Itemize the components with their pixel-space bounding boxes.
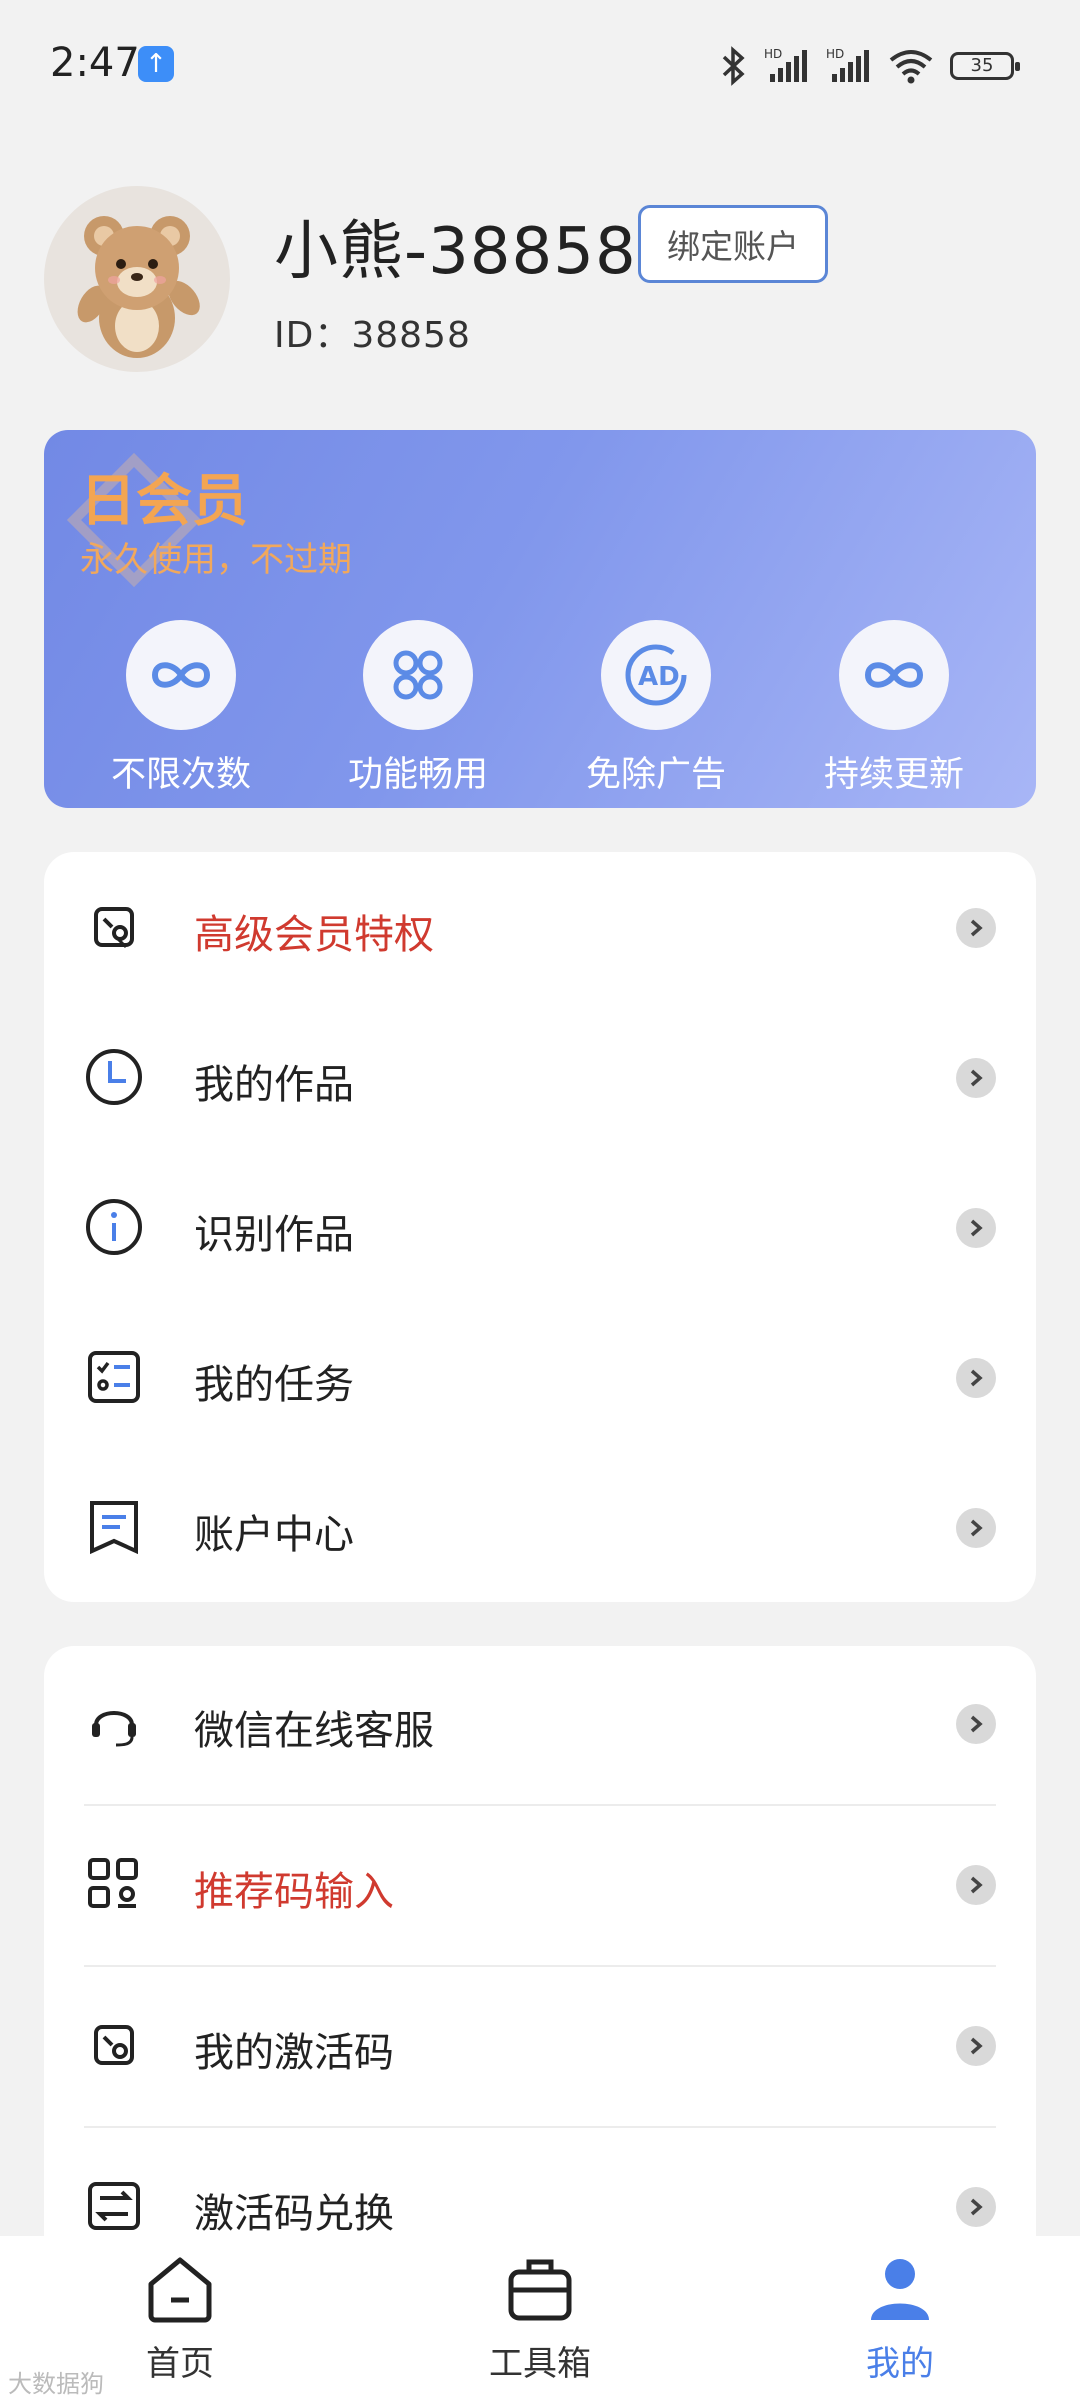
vip-subtitle: 永久使用，不过期 [80,540,352,580]
svg-text:HD: HD [826,47,844,61]
battery-level: 35 [970,55,994,76]
status-bar: 2:47 ↑ HD HD 35 [0,0,1080,130]
status-icons: HD HD 35 [718,44,1020,88]
menu-item-recognize-works[interactable]: 识别作品 [44,1152,1036,1302]
vip-feature-label: 不限次数 [110,755,251,795]
grid-icon [393,650,443,700]
battery-icon: 35 [950,52,1020,80]
menu-item-my-works[interactable]: 我的作品 [44,1002,1036,1152]
bluetooth-icon [722,46,745,86]
chevron-right-icon [956,1508,996,1548]
activation-card-icon [84,2015,144,2075]
watermark: 大数据狗 [8,2370,104,2398]
vip-feature-label: 免除广告 [585,755,726,795]
svg-text:HD: HD [764,47,782,61]
menu-item-referral-code[interactable]: 推荐码输入 [44,1809,1036,1959]
menu-item-vip-privileges[interactable]: 高级会员特权 [44,852,1036,1002]
exchange-icon [84,2176,144,2236]
vip-feature-all-functions: 功能畅用 [328,620,508,797]
menu-item-label: 微信在线客服 [194,1708,434,1754]
infinity-icon [864,662,924,688]
qrcode-icon [84,1854,144,1914]
nav-label: 我的 [866,2344,934,2384]
chevron-right-icon [956,2026,996,2066]
menu-item-label: 识别作品 [194,1212,354,1258]
vip-feature-updates: 持续更新 [804,620,984,797]
bear-avatar-icon [77,216,200,358]
checklist-icon [84,1347,144,1407]
menu-item-label: 我的激活码 [194,2030,394,2076]
bind-account-button[interactable]: 绑定账户 [638,205,828,283]
status-time: 2:47 [50,40,140,86]
nav-label: 首页 [146,2344,214,2384]
vip-feature-unlimited: 不限次数 [91,620,271,797]
clock-icon [84,1047,144,1107]
menu-item-label: 我的任务 [194,1362,354,1408]
chevron-right-icon [956,1358,996,1398]
user-id: ID：38858 [274,315,471,356]
menu-item-wechat-support[interactable]: 微信在线客服 [44,1648,1036,1798]
wifi-icon [889,50,933,84]
info-icon [84,1197,144,1257]
divider [84,2126,996,2128]
menu-card-primary: 高级会员特权 我的作品 识别作品 我的任务 账户中心 [44,852,1036,1602]
menu-item-label: 账户中心 [194,1512,354,1558]
chevron-right-icon [956,1208,996,1248]
vip-feature-label: 功能畅用 [347,755,488,795]
toolbox-icon [508,2259,572,2321]
vip-title: 日会员 [80,469,248,534]
nav-toolbox[interactable]: 工具箱 [440,2254,640,2385]
chevron-right-icon [956,2187,996,2227]
menu-item-label: 激活码兑换 [194,2191,394,2237]
menu-item-label: 我的作品 [194,1062,354,1108]
nav-me[interactable]: 我的 [800,2254,1000,2385]
menu-item-my-activation-codes[interactable]: 我的激活码 [44,1970,1036,2120]
nav-label: 工具箱 [489,2344,591,2384]
chevron-right-icon [956,1058,996,1098]
nav-home[interactable]: 首页 [80,2254,280,2385]
chevron-right-icon [956,1865,996,1905]
headset-icon [84,1693,144,1753]
document-icon [84,1497,144,1557]
menu-item-account-center[interactable]: 账户中心 [44,1452,1036,1602]
signal-icon-1: HD [764,47,807,82]
ad-block-icon: AD [625,644,687,706]
vip-card-icon [84,897,144,957]
vip-feature-no-ads: AD 免除广告 [566,620,746,797]
person-icon [871,2259,929,2320]
divider [84,1804,996,1806]
menu-item-label: 推荐码输入 [194,1869,394,1915]
upload-icon: ↑ [138,46,174,82]
divider [84,1965,996,1967]
home-icon [148,2257,212,2323]
avatar[interactable] [44,186,230,372]
menu-item-my-tasks[interactable]: 我的任务 [44,1302,1036,1452]
signal-icon-2: HD [826,47,869,82]
svg-text:AD: AD [638,662,680,692]
vip-card[interactable]: 日会员 永久使用，不过期 不限次数 功能畅用 AD 免除广告 持续更新 [44,430,1036,808]
vip-feature-label: 持续更新 [823,755,964,795]
bottom-navigation: 首页 工具箱 我的 [0,2236,1080,2400]
menu-item-label: 高级会员特权 [194,912,434,958]
nickname: 小熊-38858 [274,215,637,289]
chevron-right-icon [956,908,996,948]
infinity-icon [151,662,211,688]
chevron-right-icon [956,1704,996,1744]
